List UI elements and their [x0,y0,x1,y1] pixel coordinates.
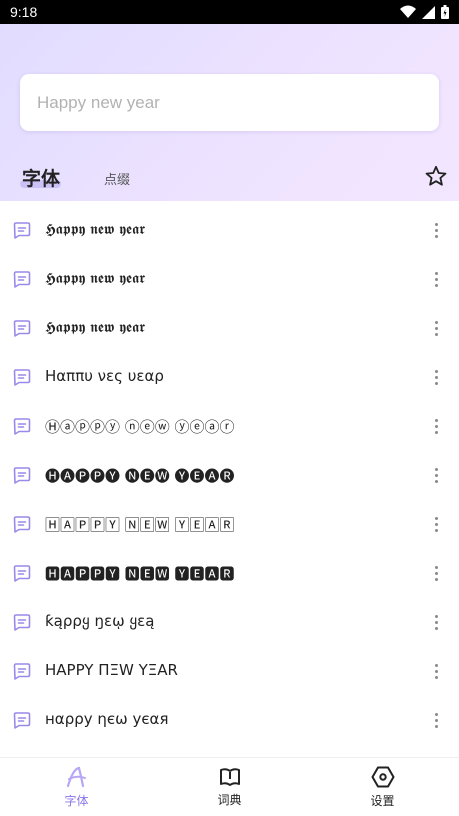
font-sample-text: ƙąρρყ ŋɛῳ ყɛą [45,612,155,630]
header: 字体 点缀 [0,24,459,201]
nav-settings[interactable]: 设置 [306,758,459,816]
font-sample-text: 🅗🅐🅟🅟🅨 🅝🅔🅦 🅨🅔🅐🅡 [45,467,235,485]
message-icon [13,418,31,435]
font-sample-text: нαρρу ηєω уєαя [45,710,169,728]
more-menu-icon[interactable] [426,612,446,632]
message-icon [13,663,31,680]
nav-dictionary[interactable]: 词典 [153,758,306,816]
message-icon [13,271,31,288]
nav-fonts[interactable]: 字体 [0,758,153,816]
nav-fonts-label: 字体 [64,793,89,808]
more-menu-icon[interactable] [426,367,446,387]
font-row[interactable]: 𝕳𝖆𝖕𝖕𝖞 𝖓𝖊𝖜 𝖞𝖊𝖆𝖗 [0,201,459,250]
font-row[interactable]: 🅗🅐🅟🅟🅨 🅝🅔🅦 🅨🅔🅐🅡 [0,446,459,495]
nav-dictionary-label: 词典 [217,792,242,807]
battery-icon [441,5,449,19]
bottom-nav: 字体 词典 设置 [0,757,459,816]
message-icon [13,369,31,386]
book-icon [219,767,240,786]
message-icon [13,712,31,729]
more-menu-icon[interactable] [426,710,446,730]
font-sample-text: HAPPY ΠΞW YΞAR [45,661,178,679]
more-menu-icon[interactable] [426,563,446,583]
signal-icon [422,5,435,19]
search-input[interactable] [37,92,422,113]
font-sample-text: 🅷🅰🅿🅿🆈 🅽🅴🆆 🆈🅴🅰🆁 [45,565,235,583]
status-time: 9:18 [10,4,38,20]
font-row[interactable]: Ηαππυ νες υεαρ [0,348,459,397]
font-list: 𝕳𝖆𝖕𝖕𝖞 𝖓𝖊𝖜 𝖞𝖊𝖆𝖗 𝕳𝖆𝖕𝖕𝖞 𝖓𝖊𝖜 𝖞𝖊𝖆𝖗 𝕳𝖆𝖕𝖕𝖞 𝖓𝖊𝖜 𝖞𝖊… [0,201,459,740]
more-menu-icon[interactable] [426,416,446,436]
font-row[interactable]: HAPPY ΠΞW YΞAR [0,642,459,691]
more-menu-icon[interactable] [426,318,446,338]
tab-fonts[interactable]: 字体 [22,164,60,191]
font-row[interactable]: 𝕳𝖆𝖕𝖕𝖞 𝖓𝖊𝖜 𝖞𝖊𝖆𝖗 [0,250,459,299]
tab-decorations[interactable]: 点缀 [104,169,130,188]
message-icon [13,467,31,484]
font-row[interactable]: ƙąρρყ ŋɛῳ ყɛą [0,593,459,642]
more-menu-icon[interactable] [426,465,446,485]
nav-settings-label: 设置 [370,793,395,808]
font-row[interactable]: нαρρу ηєω уєαя [0,691,459,740]
font-a-icon [66,766,86,787]
font-row[interactable]: 🅷🅰🅿🅿🆈 🅽🅴🆆 🆈🅴🅰🆁 [0,544,459,593]
star-icon[interactable] [424,164,448,188]
status-bar: 9:18 [0,0,459,24]
message-icon [13,516,31,533]
more-menu-icon[interactable] [426,514,446,534]
font-sample-text: Ηαππυ νες υεαρ [45,367,164,385]
font-row[interactable]: 𝕳𝖆𝖕𝖕𝖞 𝖓𝖊𝖜 𝖞𝖊𝖆𝖗 [0,299,459,348]
settings-hexagon-icon [371,766,394,787]
font-sample-text: 𝕳𝖆𝖕𝖕𝖞 𝖓𝖊𝖜 𝖞𝖊𝖆𝖗 [45,269,146,287]
message-icon [13,222,31,239]
more-menu-icon[interactable] [426,661,446,681]
message-icon [13,614,31,631]
font-sample-text: 𝕳𝖆𝖕𝖕𝖞 𝖓𝖊𝖜 𝖞𝖊𝖆𝖗 [45,318,146,336]
font-sample-text: Ⓗⓐⓟⓟⓨ ⓝⓔⓦ ⓨⓔⓐⓡ [45,418,235,436]
more-menu-icon[interactable] [426,220,446,240]
font-sample-text: 𝕳𝖆𝖕𝖕𝖞 𝖓𝖊𝖜 𝖞𝖊𝖆𝖗 [45,220,146,238]
message-icon [13,320,31,337]
message-icon [13,565,31,582]
more-menu-icon[interactable] [426,269,446,289]
status-icons [400,5,449,19]
font-row[interactable]: Ⓗⓐⓟⓟⓨ ⓝⓔⓦ ⓨⓔⓐⓡ [0,397,459,446]
font-row[interactable]: 🄷🄰🄿🄿🅈 🄽🄴🅆 🅈🄴🄰🅁 [0,495,459,544]
font-sample-text: 🄷🄰🄿🄿🅈 🄽🄴🅆 🅈🄴🄰🅁 [45,516,235,534]
search-box[interactable] [20,74,439,131]
wifi-icon [400,5,416,18]
